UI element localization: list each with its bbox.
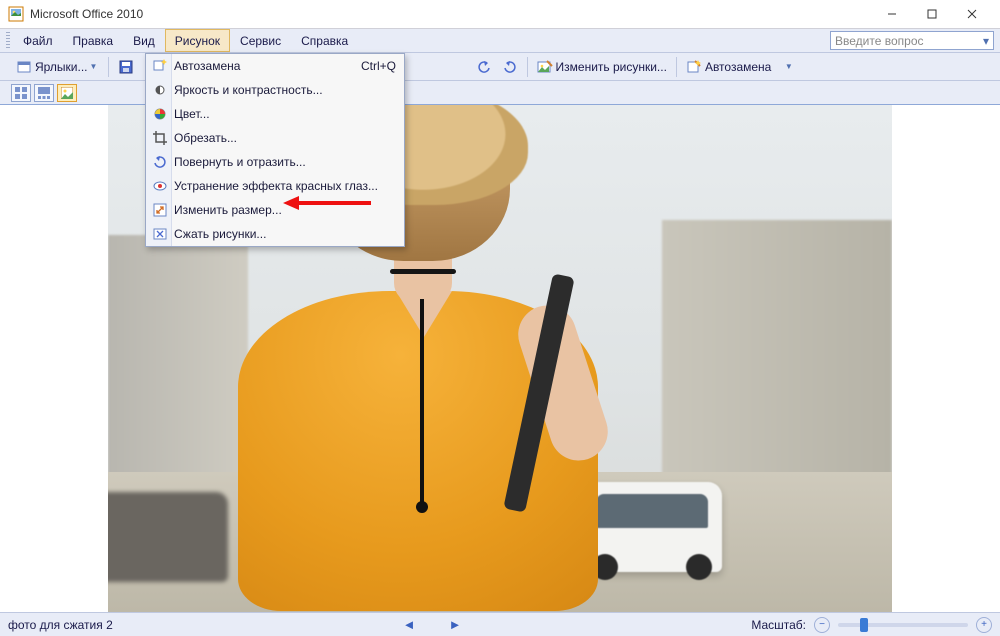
arrow-annotation	[283, 193, 373, 213]
filmstrip-icon	[38, 87, 50, 99]
toolbar-overflow[interactable]: ▼	[777, 56, 799, 78]
color-icon	[146, 106, 174, 122]
maximize-button[interactable]	[912, 0, 952, 28]
rotate-right-icon	[502, 59, 518, 75]
save-button[interactable]	[114, 56, 138, 78]
menu-item-crop[interactable]: Обрезать...	[146, 126, 404, 150]
compress-icon	[146, 226, 174, 242]
menubar: Файл Правка Вид Рисунок Сервис Справка В…	[0, 29, 1000, 53]
close-button[interactable]	[952, 0, 992, 28]
chevron-down-icon: ▼	[785, 62, 794, 71]
statusbar: фото для сжатия 2 ◄ ► Масштаб: − +	[0, 612, 1000, 636]
resize-icon	[146, 202, 174, 218]
next-image-button[interactable]: ►	[445, 617, 465, 632]
menu-edit[interactable]: Правка	[63, 29, 124, 52]
rotate-icon	[146, 154, 174, 170]
titlebar: Microsoft Office 2010	[0, 0, 1000, 29]
menu-file[interactable]: Файл	[13, 29, 63, 52]
autocorrect-button[interactable]: Автозамена	[682, 56, 775, 78]
redeye-icon	[146, 178, 174, 194]
rotate-left-button[interactable]	[472, 56, 496, 78]
rotate-right-button[interactable]	[498, 56, 522, 78]
autocorrect-label: Автозамена	[705, 60, 771, 74]
view-single-button[interactable]	[57, 84, 77, 102]
menu-tools[interactable]: Сервис	[230, 29, 291, 52]
menu-item-rotate[interactable]: Повернуть и отразить...	[146, 150, 404, 174]
rotate-left-icon	[476, 59, 492, 75]
app-title: Microsoft Office 2010	[30, 7, 143, 21]
menu-view[interactable]: Вид	[123, 29, 165, 52]
autofix-icon	[686, 59, 702, 75]
shortcuts-icon	[16, 59, 32, 75]
view-thumbnails-button[interactable]	[11, 84, 31, 102]
grid-icon	[15, 87, 27, 99]
edit-pictures-label: Изменить рисунки...	[556, 60, 667, 74]
right-gutter	[892, 105, 1000, 612]
zoom-in-button[interactable]: +	[976, 617, 992, 633]
autofix-icon	[146, 58, 174, 74]
menu-item-brightness[interactable]: Яркость и контрастность...	[146, 78, 404, 102]
toolbar-grip[interactable]	[6, 32, 10, 49]
ask-placeholder: Введите вопрос	[835, 34, 924, 48]
single-image-icon	[61, 87, 73, 99]
crop-icon	[146, 130, 174, 146]
shortcuts-button[interactable]: Ярлыки... ▼	[12, 56, 103, 78]
filename-label: фото для сжатия 2	[8, 618, 113, 632]
shortcuts-label: Ярлыки...	[35, 60, 88, 74]
shortcut-label: Ctrl+Q	[361, 59, 396, 73]
menu-item-compress[interactable]: Сжать рисунки...	[146, 222, 404, 246]
left-gutter	[0, 105, 108, 612]
zoom-label: Масштаб:	[751, 618, 806, 632]
chevron-down-icon: ▼	[90, 62, 99, 71]
menu-help[interactable]: Справка	[291, 29, 358, 52]
menu-item-autocorrect[interactable]: Автозамена Ctrl+Q	[146, 54, 404, 78]
chevron-down-icon: ▾	[983, 34, 989, 48]
ask-question-box[interactable]: Введите вопрос ▾	[830, 31, 994, 50]
prev-image-button[interactable]: ◄	[399, 617, 419, 632]
edit-pictures-icon	[537, 59, 553, 75]
zoom-thumb[interactable]	[860, 618, 868, 632]
brightness-icon	[146, 82, 174, 98]
save-icon	[118, 59, 134, 75]
canvas-area: Автозамена Ctrl+Q Яркость и контрастност…	[0, 105, 1000, 612]
menu-picture[interactable]: Рисунок	[165, 29, 230, 52]
view-filmstrip-button[interactable]	[34, 84, 54, 102]
zoom-slider[interactable]	[838, 623, 968, 627]
picture-menu-dropdown: Автозамена Ctrl+Q Яркость и контрастност…	[145, 53, 405, 247]
zoom-out-button[interactable]: −	[814, 617, 830, 633]
menu-item-color[interactable]: Цвет...	[146, 102, 404, 126]
edit-pictures-button[interactable]: Изменить рисунки...	[533, 56, 671, 78]
minimize-button[interactable]	[872, 0, 912, 28]
app-icon	[8, 6, 24, 22]
